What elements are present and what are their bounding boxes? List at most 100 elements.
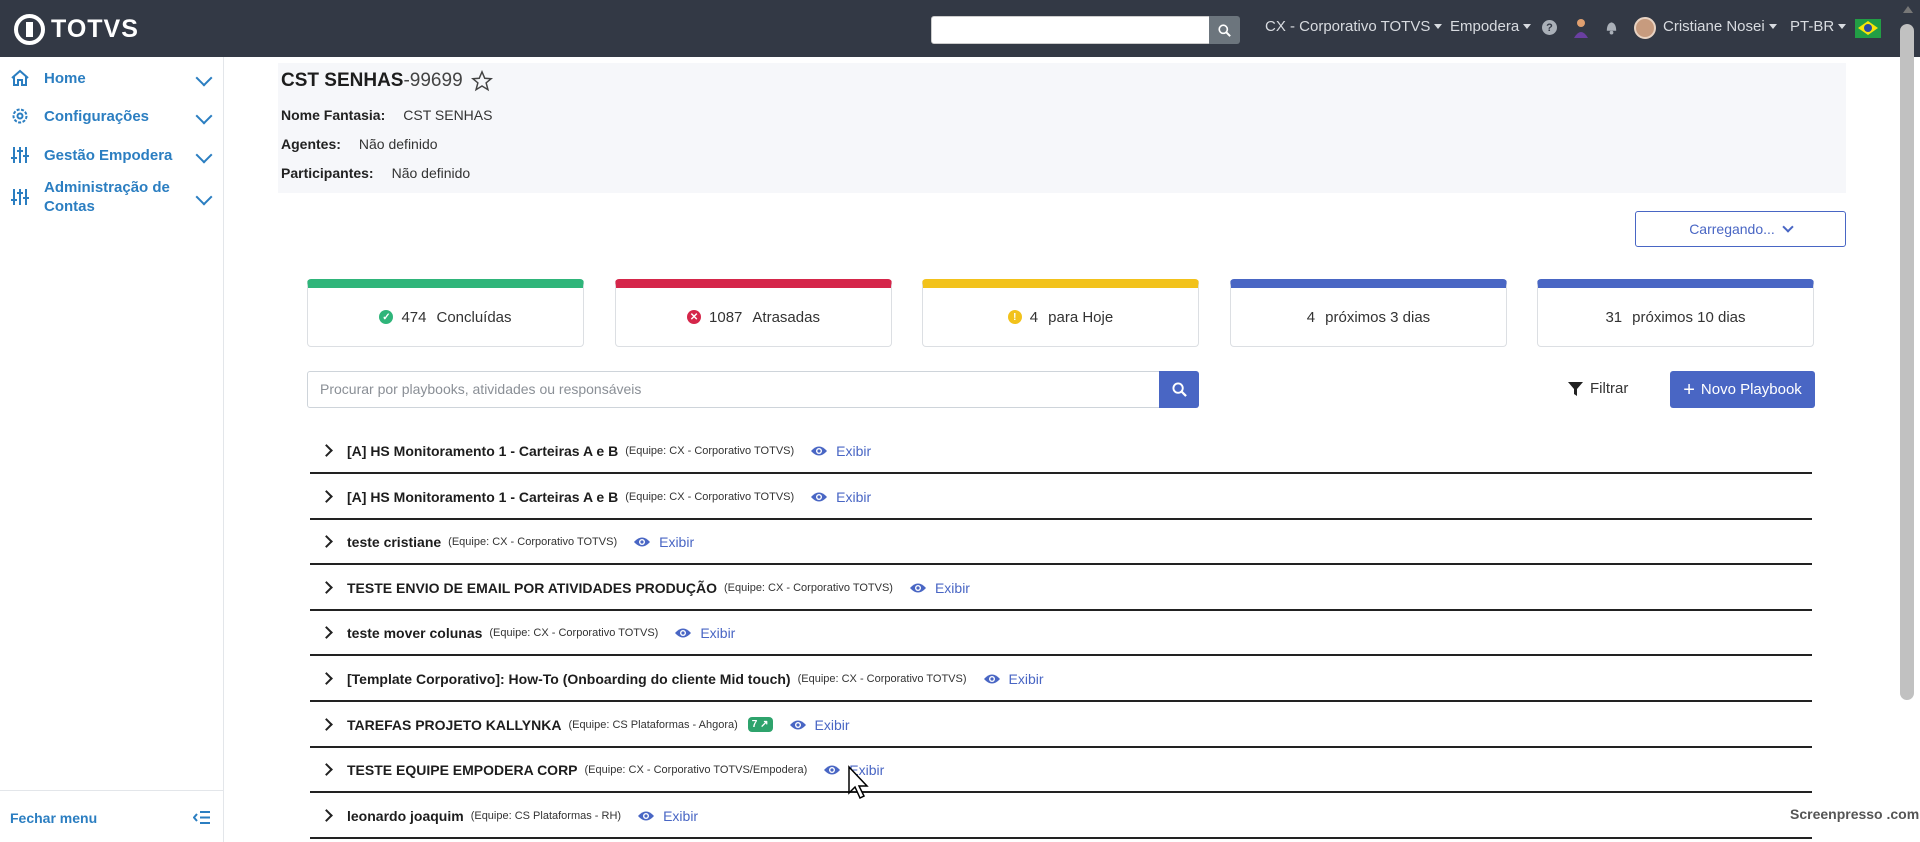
user-dropdown[interactable]: Cristiane Nosei — [1663, 18, 1777, 35]
eye-icon — [634, 537, 651, 546]
plus-icon: + — [1683, 378, 1695, 401]
help-icon[interactable]: ? — [1542, 20, 1557, 35]
view-link[interactable]: Exibir — [909, 580, 970, 596]
language-dropdown[interactable]: PT-BR — [1790, 18, 1847, 35]
playbook-name: teste cristiane — [347, 533, 442, 550]
alert-icon: ! — [1007, 310, 1022, 324]
chevron-right-icon[interactable] — [320, 581, 333, 594]
playbook-row[interactable]: leonardo joaquim (Equipe: CS Plataformas … — [310, 794, 1812, 839]
eye-icon — [811, 492, 828, 501]
stat-label: Concluídas — [436, 308, 512, 326]
stat-para-hoje[interactable]: ! 4 para Hoje — [922, 279, 1199, 347]
eye-icon — [638, 811, 655, 820]
chevron-down-icon — [195, 107, 213, 125]
avatar[interactable] — [1634, 17, 1656, 39]
chevron-right-icon[interactable] — [320, 763, 333, 776]
playbook-row[interactable]: TESTE EQUIPE EMPODERA CORP (Equipe: CX - … — [310, 748, 1812, 793]
chevron-right-icon[interactable] — [320, 672, 333, 685]
loading-label: Carregando... — [1689, 221, 1775, 237]
page-title: CST SENHAS -99699 — [281, 70, 493, 92]
new-playbook-button[interactable]: + Novo Playbook — [1670, 371, 1815, 408]
brazil-flag-icon[interactable] — [1855, 19, 1881, 38]
stat-atrasadas[interactable]: ✕ 1087 Atrasadas — [615, 279, 892, 347]
logo-text: TOTVS — [51, 15, 139, 43]
chevron-right-icon[interactable] — [320, 444, 333, 457]
person-icon[interactable] — [1572, 18, 1590, 38]
account-name: CST SENHAS — [281, 70, 404, 91]
playbook-row[interactable]: TESTE ENVIO DE EMAIL POR ATIVIDADES PROD… — [310, 566, 1812, 611]
chevron-down-icon — [195, 69, 213, 87]
chevron-right-icon[interactable] — [320, 490, 333, 503]
filter-button[interactable]: Filtrar — [1568, 380, 1628, 397]
sidebar-item-gestao-empodera[interactable]: Gestão Empodera — [10, 145, 213, 165]
chevron-right-icon[interactable] — [320, 535, 333, 548]
global-search-input[interactable] — [931, 16, 1211, 44]
playbook-row[interactable]: TAREFAS PROJETO KALLYNKA (Equipe: CS Plat… — [310, 703, 1812, 748]
view-link[interactable]: Exibir — [789, 717, 850, 733]
playbook-team: (Equipe: CX - Corporativo TOTVS) — [724, 581, 893, 594]
star-icon[interactable] — [470, 70, 493, 92]
field-value: Não definido — [391, 165, 471, 181]
playbook-team: (Equipe: CS Plataformas - Ahgora) — [568, 718, 738, 731]
playbook-name: leonardo joaquim — [347, 807, 464, 824]
field-value: Não definido — [358, 136, 438, 152]
playbook-row[interactable]: [A] HS Monitoramento 1 - Carteiras A e B… — [310, 475, 1812, 520]
stat-count: 474 — [401, 308, 427, 326]
view-link[interactable]: Exibir — [637, 808, 698, 824]
playbook-team: (Equipe: CX - Corporativo TOTVS) — [797, 672, 967, 685]
vertical-scrollbar[interactable] — [1900, 24, 1914, 700]
gear-icon — [12, 108, 28, 124]
stat-proximos-3-dias[interactable]: 4 próximos 3 dias — [1230, 279, 1507, 347]
totvs-logo[interactable]: TOTVS — [14, 14, 139, 45]
playbook-search-input[interactable]: Procurar por playbooks, atividades ou re… — [307, 371, 1160, 408]
playbook-name: TESTE EQUIPE EMPODERA CORP — [347, 761, 578, 778]
chevron-right-icon[interactable] — [320, 718, 333, 731]
view-link[interactable]: Exibir — [810, 443, 871, 459]
product-dropdown[interactable]: Empodera — [1450, 18, 1532, 35]
home-icon — [11, 69, 29, 86]
stat-proximos-10-dias[interactable]: 31 próximos 10 dias — [1537, 279, 1814, 347]
playbook-row[interactable]: teste mover colunas (Equipe: CX - Corpora… — [310, 611, 1812, 656]
sidebar-item-configuracoes[interactable]: Configurações — [10, 106, 213, 126]
sliders-icon — [11, 189, 29, 205]
chevron-down-icon — [195, 146, 213, 164]
sidebar-item-administracao-de-contas[interactable]: Administração de Contas — [10, 178, 213, 216]
view-link[interactable]: Exibir — [633, 534, 694, 550]
sidebar-item-home[interactable]: Home — [10, 68, 213, 88]
top-navbar: TOTVS CX - Corporativo TOTVS Empodera ? … — [0, 0, 1920, 57]
playbook-row[interactable]: [Template Corporativo]: How-To (Onboardi… — [310, 657, 1812, 702]
view-link[interactable]: Exibir — [810, 489, 871, 505]
playbook-name: teste mover colunas — [347, 624, 483, 641]
caret-down-icon — [1523, 24, 1532, 29]
sidebar: Home Configurações Gestão Empodera Admin… — [0, 57, 224, 842]
field-value: CST SENHAS — [403, 107, 493, 123]
chevron-right-icon[interactable] — [320, 626, 333, 639]
view-link[interactable]: Exibir — [983, 671, 1044, 687]
scroll-up-arrow-icon[interactable] — [1903, 6, 1913, 13]
chevron-right-icon[interactable] — [320, 809, 333, 822]
close-menu-link[interactable]: Fechar menu — [10, 810, 97, 826]
org-dropdown[interactable]: CX - Corporativo TOTVS — [1265, 18, 1443, 35]
sidebar-item-label: Administração de Contas — [44, 179, 170, 215]
playbook-row[interactable]: [A] HS Monitoramento 1 - Carteiras A e B… — [310, 429, 1812, 474]
external-link-badge[interactable]: 7 ↗ — [747, 717, 773, 732]
eye-icon — [983, 674, 1000, 683]
collapse-menu-icon[interactable] — [193, 811, 210, 824]
stat-concluidas[interactable]: ✓ 474 Concluídas — [307, 279, 584, 347]
bell-icon[interactable] — [1604, 19, 1619, 35]
user-name: Cristiane Nosei — [1663, 18, 1765, 35]
field-label: Participantes: — [281, 165, 374, 181]
eye-icon — [824, 765, 841, 774]
playbook-search-button[interactable] — [1159, 371, 1199, 408]
search-icon — [1171, 382, 1187, 397]
loading-dropdown-button[interactable]: Carregando... — [1635, 211, 1846, 247]
chevron-down-icon — [1782, 221, 1794, 233]
playbook-team: (Equipe: CX - Corporativo TOTVS/Empodera… — [584, 763, 808, 776]
mouse-cursor-icon — [848, 765, 869, 800]
global-search-button[interactable] — [1209, 16, 1240, 44]
field-label: Nome Fantasia: — [281, 107, 386, 123]
chevron-down-icon — [195, 188, 213, 206]
view-label: Exibir — [836, 488, 872, 505]
playbook-row[interactable]: teste cristiane (Equipe: CX - Corporativo… — [310, 520, 1812, 565]
view-link[interactable]: Exibir — [674, 625, 735, 641]
